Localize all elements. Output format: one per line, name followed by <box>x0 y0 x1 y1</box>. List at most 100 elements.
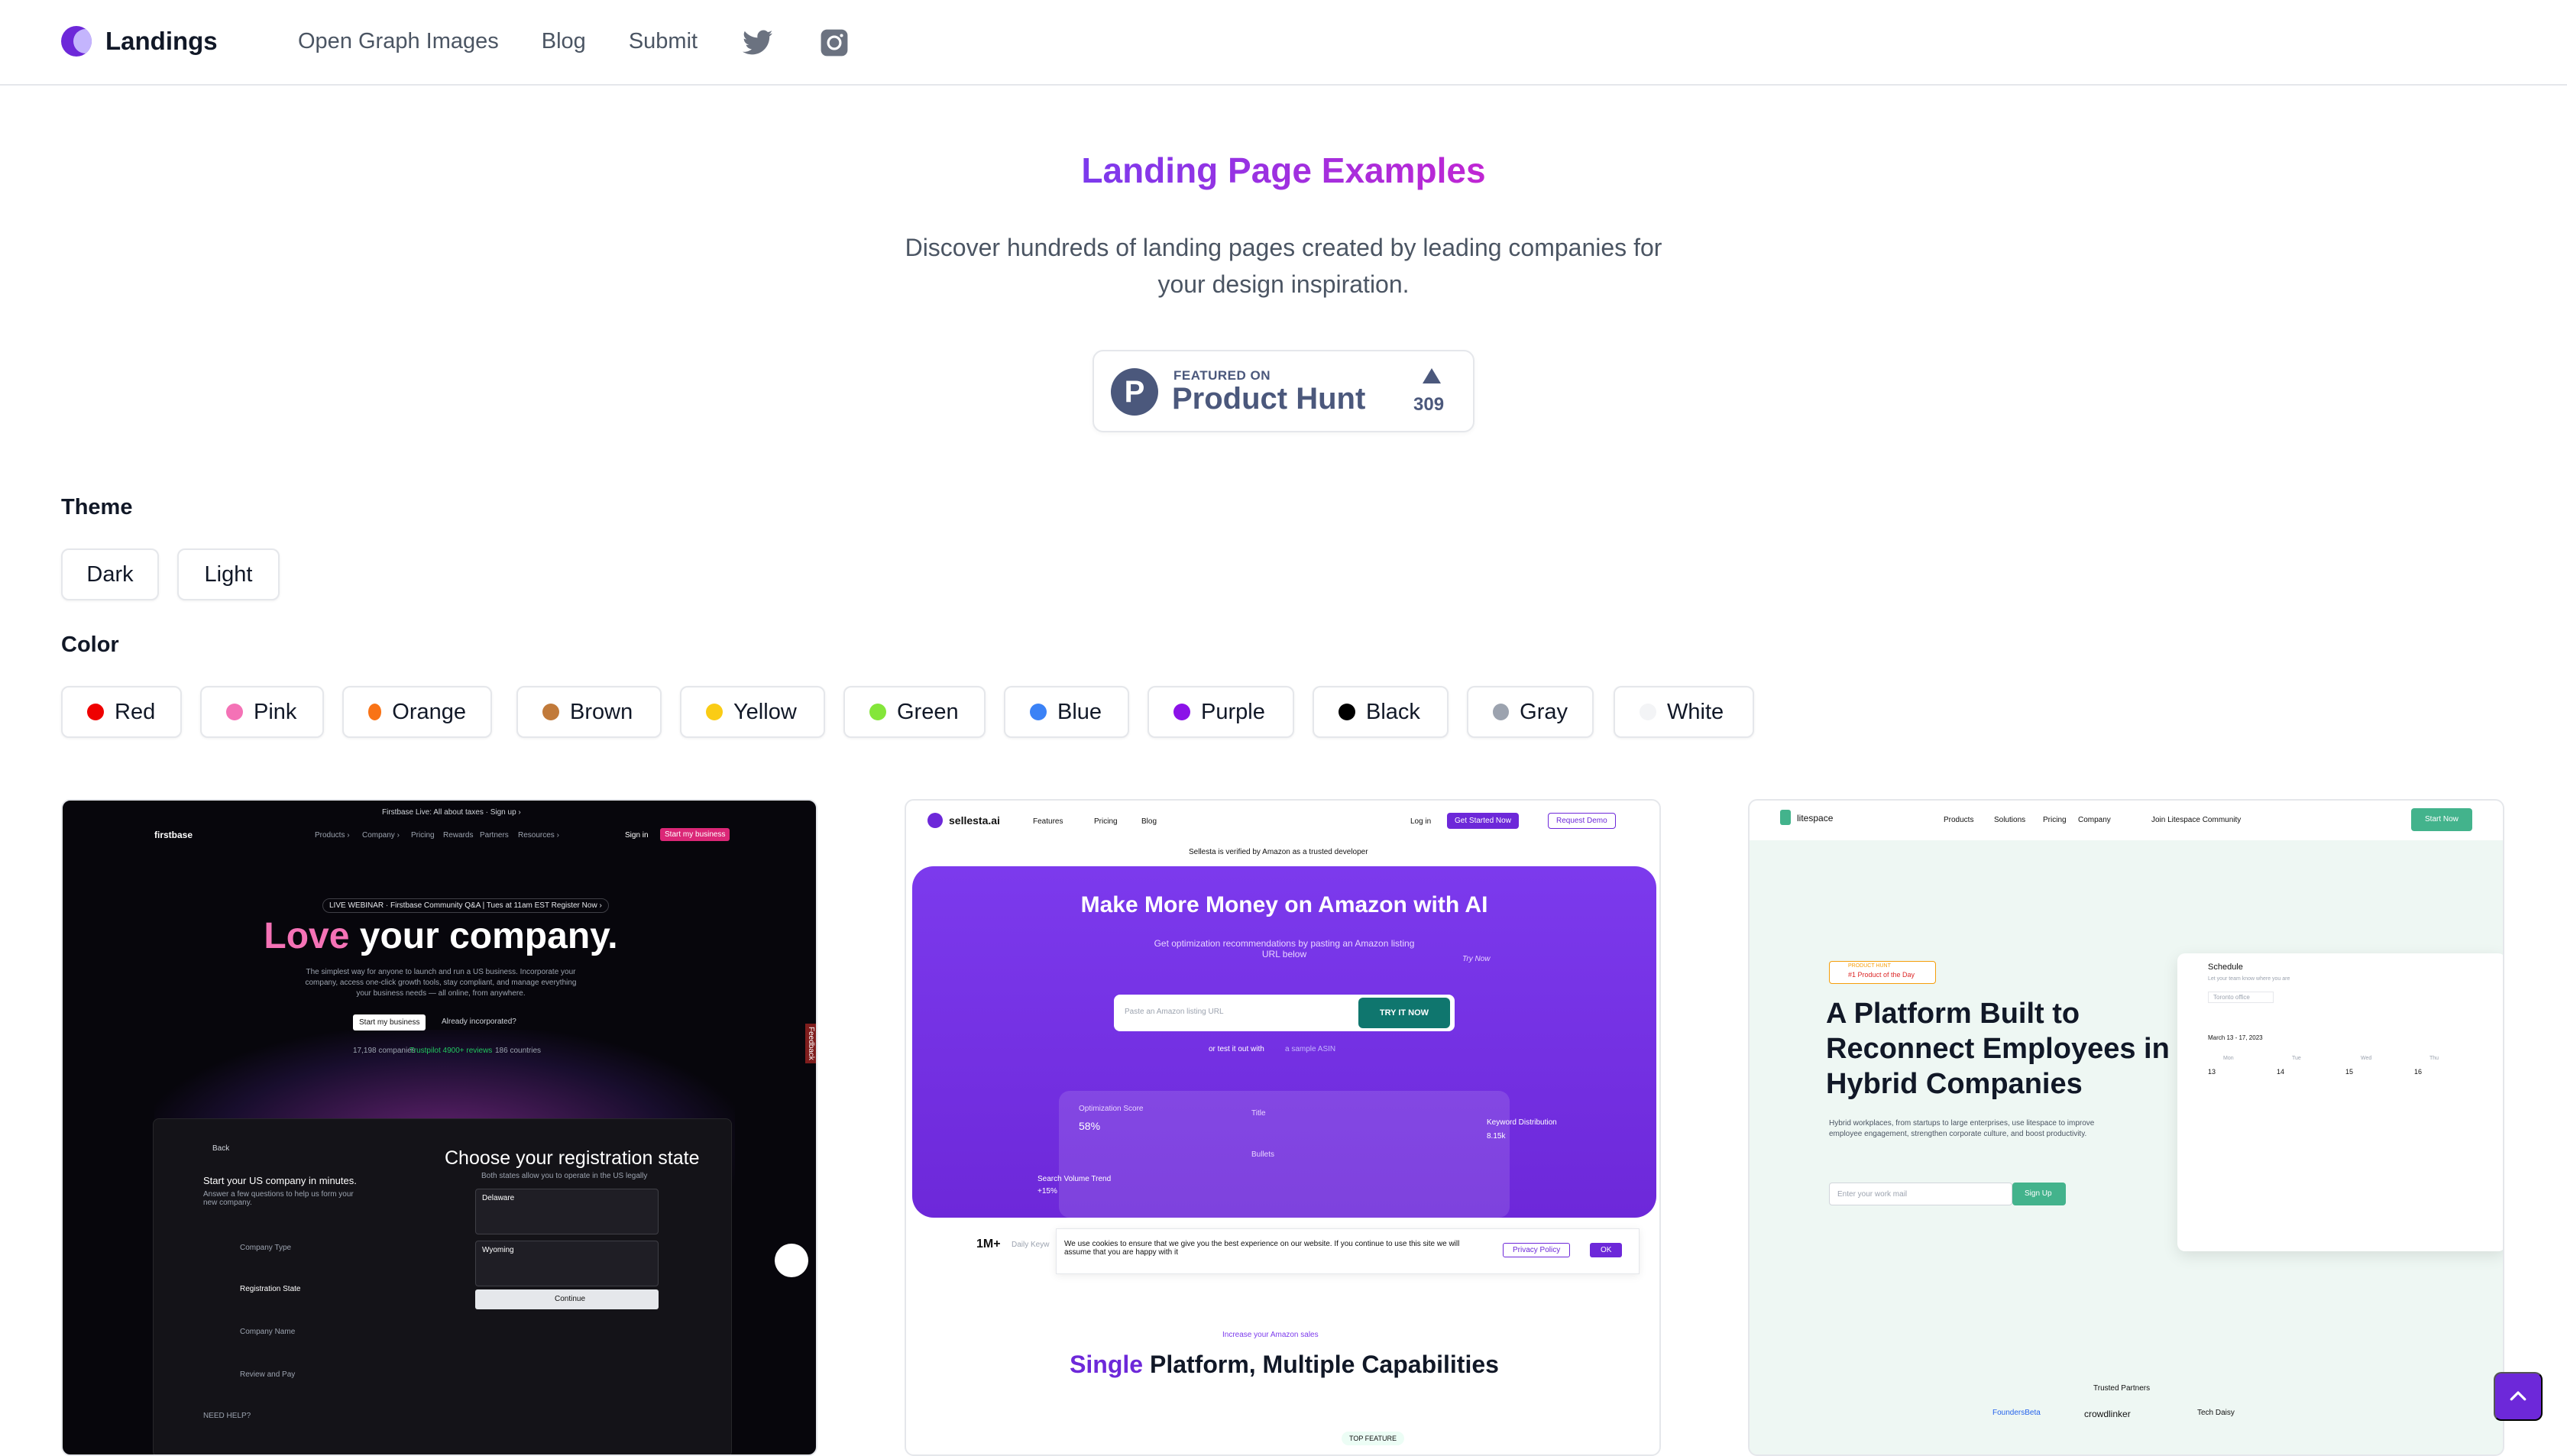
theme-chip-light[interactable]: Light <box>177 548 280 600</box>
card-sub: Get optimization recommendations by past… <box>1154 938 1415 959</box>
card-nav-item: Products › <box>315 831 350 840</box>
card-nav-item: Company › <box>362 831 400 840</box>
nav-link-blog[interactable]: Blog <box>542 29 586 54</box>
chip-label: Light <box>204 561 253 587</box>
card-nav-item: Partners <box>480 831 509 840</box>
card-headline: Love your company. <box>264 916 618 956</box>
dash-field: Title <box>1251 1109 1266 1118</box>
card-brand: sellesta.ai <box>949 814 1000 827</box>
card-nav-item: Solutions <box>1994 816 2026 824</box>
schedule-app-preview: Schedule Let your team know where you ar… <box>2177 953 2503 1251</box>
card-headline: A Platform Built to Reconnect Employees … <box>1826 998 2170 1100</box>
card-nav-item: Join Litespace Community <box>2151 816 2242 824</box>
instagram-icon[interactable] <box>819 28 850 58</box>
privacy-button: Privacy Policy <box>1503 1243 1571 1257</box>
card-nav-item: Company <box>2078 816 2111 824</box>
section-title: Single Platform, Multiple Capabilities <box>1070 1351 1499 1378</box>
chip-label: Yellow <box>733 699 797 724</box>
back-link: Back <box>212 1144 230 1153</box>
top-nav: Landings Open Graph Images Blog Submit <box>0 0 2567 86</box>
product-hunt-badge[interactable]: P FEATURED ON Product Hunt 309 <box>1093 350 1474 432</box>
start-now-button: Start Now <box>2411 808 2472 831</box>
color-chip-pink[interactable]: Pink <box>200 686 324 738</box>
chip-label: Red <box>115 699 156 724</box>
page-title: Landing Page Examples <box>1081 150 1486 190</box>
color-chip-black[interactable]: Black <box>1313 686 1449 738</box>
chip-label: Dark <box>86 561 134 587</box>
chip-label: Gray <box>1520 699 1568 724</box>
card-nav-item: Features <box>1033 817 1063 826</box>
card-nav <box>1750 801 2503 840</box>
card-nav-item: Resources › <box>518 831 559 840</box>
page-subtitle: Discover hundreds of landing pages creat… <box>905 234 1662 298</box>
color-chip-yellow[interactable]: Yellow <box>680 686 825 738</box>
dash-label: Optimization Score <box>1079 1105 1144 1113</box>
landing-card-firstbase[interactable]: Firstbase Live: All about taxes · Sign u… <box>61 799 817 1456</box>
card-stat: 186 countries <box>495 1047 542 1055</box>
dash-field: Bullets <box>1251 1150 1275 1159</box>
chip-label: Green <box>897 699 959 724</box>
landing-card-litespace[interactable]: litespace Products Solutions Pricing Com… <box>1748 799 2504 1456</box>
kw-label: Keyword Distribution <box>1487 1118 1557 1127</box>
card-nav-item: Pricing <box>2043 816 2067 824</box>
color-chip-white[interactable]: White <box>1614 686 1754 738</box>
chevron-up-icon <box>2510 1391 2527 1401</box>
card-nav-item: Pricing <box>1094 817 1118 826</box>
continue-button: Continue <box>475 1289 659 1309</box>
card-nav-item: Blog <box>1141 817 1157 826</box>
color-dot <box>1173 704 1190 720</box>
color-chip-gray[interactable]: Gray <box>1467 686 1594 738</box>
ph-award-badge: PRODUCT HUNT #1 Product of the Day <box>1829 961 1936 984</box>
ph-upvote-count: 309 <box>1413 394 1445 415</box>
trend-value: +15% <box>1037 1187 1057 1196</box>
card-nav-cta: Get Started Now <box>1447 813 1519 829</box>
color-chip-orange[interactable]: Orange <box>342 686 492 738</box>
ok-button: OK <box>1590 1243 1623 1257</box>
nav-link-open-graph-images[interactable]: Open Graph Images <box>298 29 499 54</box>
step: Review and Pay <box>240 1370 296 1379</box>
card-body: The simplest way for anyone to launch an… <box>305 968 577 998</box>
left-title: Start your US company in minutes. <box>203 1175 357 1186</box>
color-dot <box>87 704 104 720</box>
trusted-label: Trusted Partners <box>2093 1384 2151 1393</box>
card-primary-cta: Start my business <box>353 1014 426 1031</box>
card-headline: Make More Money on Amazon with AI <box>1080 892 1488 917</box>
verified-text: Sellesta is verified by Amazon as a trus… <box>1189 848 1368 856</box>
try-it-now-button: TRY IT NOW <box>1358 998 1450 1028</box>
color-chip-blue[interactable]: Blue <box>1004 686 1129 738</box>
kw-value: 8.15k <box>1487 1132 1506 1141</box>
stat-label: Daily Keyw <box>1012 1241 1050 1249</box>
card-brand: litespace <box>1797 813 1834 823</box>
color-chip-purple[interactable]: Purple <box>1148 686 1294 738</box>
chip-label: Purple <box>1201 699 1265 724</box>
color-chip-brown[interactable]: Brown <box>516 686 662 738</box>
color-label: Color <box>61 633 119 657</box>
option-delaware: Delaware <box>475 1189 659 1234</box>
brand-link[interactable]: Landings <box>61 26 218 57</box>
sign-up-button: Sign Up <box>2012 1183 2066 1205</box>
color-chip-red[interactable]: Red <box>61 686 182 738</box>
chip-label: Pink <box>254 699 297 724</box>
panel-title: Choose your registration state <box>445 1147 700 1169</box>
card-nav-item: Log in <box>1410 817 1432 826</box>
litespace-logo-icon <box>1780 810 1791 825</box>
chip-label: Black <box>1366 699 1420 724</box>
upvote-arrow-icon <box>1423 368 1441 383</box>
step: Registration State <box>240 1285 301 1293</box>
feedback-tab: Feedback <box>805 1024 816 1063</box>
sellesta-logo-icon <box>927 813 943 828</box>
trend-label: Search Volume Trend <box>1037 1175 1112 1183</box>
partner-logo: FoundersBeta <box>1992 1409 2041 1417</box>
twitter-icon[interactable] <box>743 28 773 58</box>
color-dot <box>869 704 886 720</box>
theme-chip-dark[interactable]: Dark <box>61 548 159 600</box>
scroll-to-top-button[interactable] <box>2494 1372 2543 1421</box>
email-input: Enter your work mail <box>1829 1183 2012 1205</box>
landing-card-sellesta[interactable]: sellesta.ai Features Pricing Blog Log in… <box>905 799 1661 1456</box>
chip-label: White <box>1667 699 1724 724</box>
card-nav-item: Pricing <box>411 831 435 840</box>
card-banner: Firstbase Live: All about taxes · Sign u… <box>382 808 521 817</box>
color-chip-green[interactable]: Green <box>843 686 986 738</box>
nav-link-submit[interactable]: Submit <box>629 29 698 54</box>
color-dot <box>542 704 559 720</box>
